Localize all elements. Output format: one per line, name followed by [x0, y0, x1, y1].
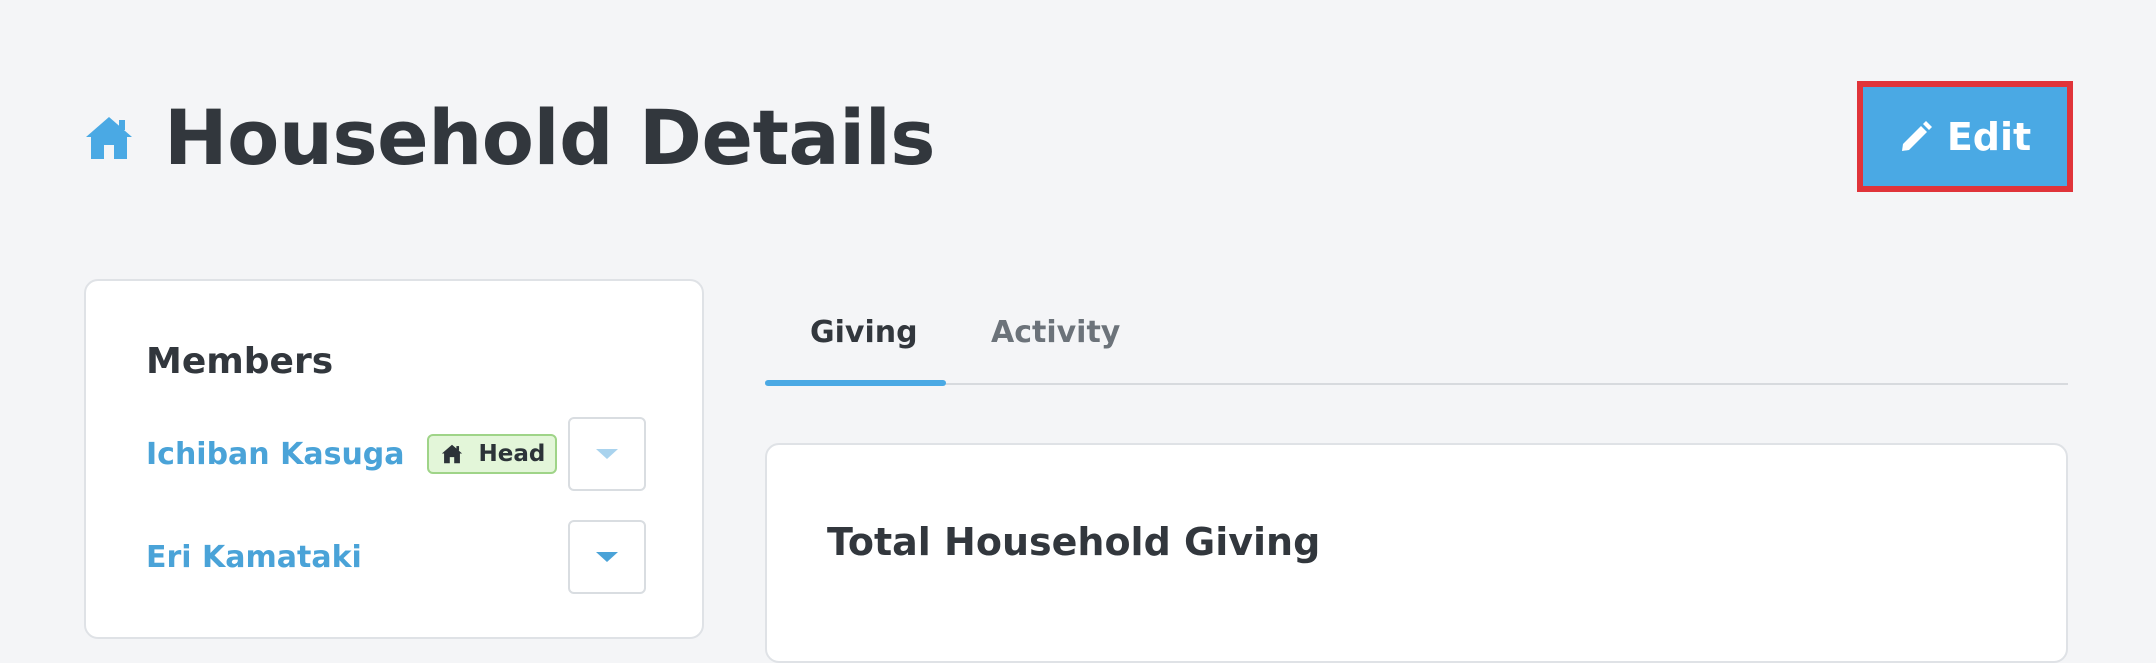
member-name-link[interactable]: Ichiban Kasuga [146, 437, 405, 472]
page-title: Household Details [164, 93, 936, 182]
member-options-dropdown[interactable] [568, 417, 646, 491]
tab-giving[interactable]: Giving [810, 315, 918, 350]
giving-card: Total Household Giving [765, 443, 2068, 663]
member-options-dropdown[interactable] [568, 520, 646, 594]
tab-activity[interactable]: Activity [991, 315, 1120, 350]
active-tab-indicator [765, 380, 946, 386]
head-badge: Head [426, 434, 558, 474]
head-badge-label: Head [478, 441, 546, 467]
caret-down-icon [596, 449, 618, 459]
tab-bar: Giving Activity [765, 297, 2068, 386]
member-row-ichiban-kasuga: Ichiban Kasuga Head [146, 417, 646, 491]
giving-title: Total Household Giving [827, 520, 1321, 564]
page-header: Household Details [84, 92, 936, 184]
edit-button-label: Edit [1946, 114, 2032, 159]
house-icon [441, 443, 463, 465]
member-row-eri-kamataki: Eri Kamataki [146, 520, 646, 594]
edit-button[interactable]: Edit [1857, 81, 2073, 192]
house-icon [84, 113, 134, 163]
members-card: Members Ichiban Kasuga Head Eri Kamataki [84, 279, 704, 639]
caret-down-icon [596, 552, 618, 562]
members-title: Members [146, 341, 334, 382]
member-name-link[interactable]: Eri Kamataki [146, 540, 362, 575]
pencil-icon [1899, 120, 1933, 154]
